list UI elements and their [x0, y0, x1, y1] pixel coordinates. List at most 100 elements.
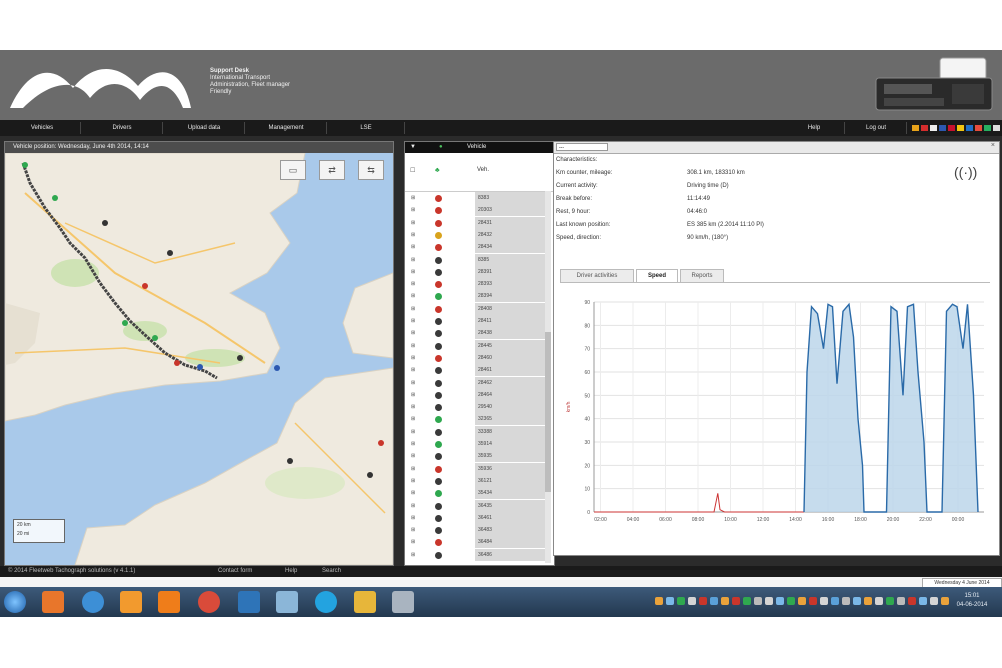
tray-icon[interactable]: [655, 597, 663, 605]
flag-icon[interactable]: [939, 125, 946, 131]
skype-icon[interactable]: [315, 591, 337, 613]
tray-icon[interactable]: [897, 597, 905, 605]
expand-icon[interactable]: ⊞: [411, 377, 421, 389]
footer-link-contact[interactable]: Contact form: [218, 566, 252, 577]
menu-lse[interactable]: LSE: [328, 122, 405, 134]
tab-driver-activities[interactable]: Driver activities: [560, 269, 634, 282]
tray-icon[interactable]: [710, 597, 718, 605]
menu-upload-data[interactable]: Upload data: [164, 122, 245, 134]
tray-icon[interactable]: [699, 597, 707, 605]
expand-icon[interactable]: ⊞: [411, 549, 421, 561]
vehicle-row[interactable]: ⊞ 28411: [405, 315, 554, 327]
media-player-icon[interactable]: [120, 591, 142, 613]
expand-icon[interactable]: ⊞: [411, 290, 421, 302]
expand-icon[interactable]: ⊞: [411, 229, 421, 241]
tray-icon[interactable]: [853, 597, 861, 605]
expand-icon[interactable]: ⊞: [411, 475, 421, 487]
close-icon[interactable]: ×: [991, 142, 995, 149]
chrome-icon[interactable]: [198, 591, 220, 613]
expand-icon[interactable]: ⊞: [411, 500, 421, 512]
vehicle-row[interactable]: ⊞ 35914: [405, 438, 554, 450]
flag-icon[interactable]: [957, 125, 964, 131]
tray-icon[interactable]: [908, 597, 916, 605]
flag-icon[interactable]: [948, 125, 955, 131]
vehicle-row[interactable]: ⊞ 28460: [405, 351, 554, 364]
tray-icon[interactable]: [765, 597, 773, 605]
vehicle-column-header[interactable]: Veh.: [477, 167, 489, 173]
tray-icon[interactable]: [875, 597, 883, 605]
tab-reports[interactable]: Reports: [680, 269, 724, 282]
vehicle-row[interactable]: ⊞ 28394: [405, 290, 554, 303]
expand-icon[interactable]: ⊞: [411, 254, 421, 266]
flag-icon[interactable]: [930, 125, 937, 131]
vehicle-row[interactable]: ⊞ 36484: [405, 536, 554, 549]
vlc-icon[interactable]: [158, 591, 180, 613]
expand-icon[interactable]: ⊞: [411, 352, 421, 364]
flag-icon[interactable]: [921, 125, 928, 131]
expand-icon[interactable]: ⊞: [411, 217, 421, 229]
vehicle-row[interactable]: ⊞ 36483: [405, 524, 554, 537]
tray-icon[interactable]: [798, 597, 806, 605]
tray-icon[interactable]: [842, 597, 850, 605]
expand-icon[interactable]: ⊞: [411, 303, 421, 315]
vehicle-row[interactable]: ⊞ 29540: [405, 401, 554, 414]
expand-icon[interactable]: ⊞: [411, 536, 421, 548]
vehicle-row[interactable]: ⊞ 28445: [405, 339, 554, 352]
vehicle-row[interactable]: ⊞ 35434: [405, 487, 554, 500]
expand-icon[interactable]: ⊞: [411, 401, 421, 413]
tray-icon[interactable]: [721, 597, 729, 605]
tray-icon[interactable]: [787, 597, 795, 605]
tray-icon[interactable]: [732, 597, 740, 605]
vehicle-row[interactable]: ⊞ 28461: [405, 364, 554, 377]
footer-link-search[interactable]: Search: [322, 566, 341, 577]
vehicle-row[interactable]: ⊞ 36435: [405, 499, 554, 512]
flag-icon[interactable]: [966, 125, 973, 131]
menu-drivers[interactable]: Drivers: [82, 122, 163, 134]
expand-icon[interactable]: ⊞: [411, 450, 421, 462]
vehicle-row[interactable]: ⊞ 36461: [405, 511, 554, 524]
flag-icon[interactable]: [993, 125, 1000, 131]
vehicle-select[interactable]: ---: [556, 143, 608, 151]
vehicle-row[interactable]: ⊞ 36121: [405, 474, 554, 487]
map-view[interactable]: [5, 153, 393, 565]
vehicle-row[interactable]: ⊞ 28462: [405, 376, 554, 389]
collapse-icon[interactable]: ▼: [410, 142, 416, 153]
vehicle-row[interactable]: ⊞ 28393: [405, 278, 554, 291]
tray-icon[interactable]: [688, 597, 696, 605]
footer-link-help[interactable]: Help: [285, 566, 297, 577]
select-column-icon[interactable]: ☐: [410, 167, 415, 174]
firefox-icon[interactable]: [42, 591, 64, 613]
network-icon[interactable]: [276, 591, 298, 613]
expand-icon[interactable]: ⊞: [411, 204, 421, 216]
tray-icon[interactable]: [776, 597, 784, 605]
vehicle-row[interactable]: ⊞ 28408: [405, 302, 554, 315]
globe-icon[interactable]: [238, 591, 260, 613]
vehicle-row[interactable]: ⊞ 35935: [405, 450, 554, 463]
expand-icon[interactable]: ⊞: [411, 278, 421, 290]
expand-icon[interactable]: ⊞: [411, 524, 421, 536]
expand-icon[interactable]: ⊞: [411, 266, 421, 278]
expand-icon[interactable]: ⊞: [411, 315, 421, 327]
vehicle-row[interactable]: ⊞ 8385: [405, 253, 554, 266]
map-button-route[interactable]: ⇄: [319, 160, 345, 180]
expand-icon[interactable]: ⊞: [411, 364, 421, 376]
tab-speed[interactable]: Speed: [636, 269, 678, 282]
tool-icon[interactable]: [392, 591, 414, 613]
vehicle-row[interactable]: ⊞ 28438: [405, 327, 554, 340]
expand-icon[interactable]: ⊞: [411, 192, 421, 204]
flag-icon[interactable]: [984, 125, 991, 131]
vehicle-row[interactable]: ⊞ 20303: [405, 204, 554, 217]
map-button-swap[interactable]: ⇆: [358, 160, 384, 180]
menu-help[interactable]: Help: [784, 122, 845, 134]
expand-icon[interactable]: ⊞: [411, 426, 421, 438]
vehicle-row[interactable]: ⊞ 35936: [405, 462, 554, 475]
vehicle-row[interactable]: ⊞ 28391: [405, 265, 554, 278]
start-button-icon[interactable]: [4, 591, 26, 613]
internet-explorer-icon[interactable]: [82, 591, 104, 613]
paint-icon[interactable]: [354, 591, 376, 613]
expand-icon[interactable]: ⊞: [411, 487, 421, 499]
menu-vehicles[interactable]: Vehicles: [4, 122, 81, 134]
vehicle-row[interactable]: ⊞ 28431: [405, 216, 554, 229]
flag-icon[interactable]: [975, 125, 982, 131]
expand-icon[interactable]: ⊞: [411, 463, 421, 475]
